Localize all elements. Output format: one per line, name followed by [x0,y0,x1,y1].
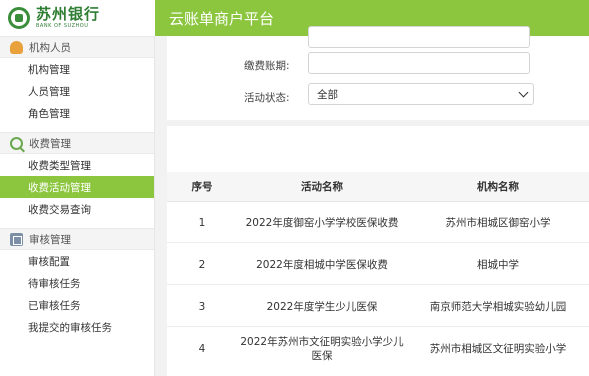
sidebar-item-audit-config[interactable]: 审核配置 [0,250,154,272]
top-filter-field[interactable] [308,26,530,48]
main-content: 缴费账期: 活动状态: 全部 序号 活动名称 机构名称 1 2022年度御窑小学… [155,26,589,376]
bank-logo[interactable]: 苏州银行 BANK OF SUZHOU [0,0,155,36]
group-title: 审核管理 [29,233,71,246]
cell-no: 4 [198,343,206,355]
status-select-value: 全部 [317,88,338,101]
grid-icon [10,232,23,246]
sidebar-item-my-submitted[interactable]: 我提交的审核任务 [0,316,154,338]
cell-activity: 2022年度相城中学医保收费 [256,258,388,271]
cell-org: 苏州市相城区御窑小学 [445,216,551,229]
cell-org: 相城中学 [477,258,519,271]
sidebar-item-role-manage[interactable]: 角色管理 [0,102,154,124]
person-icon [10,40,23,54]
cell-activity: 2022年度御窑小学学校医保收费 [245,216,399,229]
group-title: 机构人员 [29,41,71,54]
chevron-down-icon [518,87,529,98]
sidebar-item-done-audit[interactable]: 已审核任务 [0,294,154,316]
sidebar-group-audit[interactable]: 审核管理 [0,228,154,250]
sidebar-group-fees[interactable]: 收费管理 [0,132,154,154]
bank-logo-icon [8,7,30,29]
logo-en: BANK OF SUZHOU [36,23,89,29]
status-label: 活动状态: [244,92,290,104]
search-icon [10,136,23,150]
table-row[interactable]: 4 2022年苏州市文征明实验小学少儿医保 苏州市相城区文征明实验小学 [167,328,589,376]
sidebar-item-pending-audit[interactable]: 待审核任务 [0,272,154,294]
col-header-no: 序号 [191,181,213,193]
activity-table: 序号 活动名称 机构名称 1 2022年度御窑小学学校医保收费 苏州市相城区御窑… [167,126,589,376]
cell-activity: 2022年苏州市文征明实验小学少儿医保 [240,336,404,362]
sidebar-item-user-manage[interactable]: 人员管理 [0,80,154,102]
table-row[interactable]: 3 2022年度学生少儿医保 南京师范大学相城实验幼儿园 [167,286,589,327]
col-header-activity: 活动名称 [301,181,343,193]
cell-activity: 2022年度学生少儿医保 [266,300,378,313]
logo-cn: 苏州银行 [36,5,101,23]
status-select[interactable]: 全部 [308,83,534,105]
period-label: 缴费账期: [244,60,290,72]
logo-text: 苏州银行 BANK OF SUZHOU [36,7,100,29]
table-row[interactable]: 2 2022年度相城中学医保收费 相城中学 [167,244,589,285]
platform-title: 云账单商户平台 [169,9,275,28]
table-row[interactable]: 1 2022年度御窑小学学校医保收费 苏州市相城区御窑小学 [167,202,589,243]
sidebar-item-org-manage[interactable]: 机构管理 [0,58,154,80]
sidebar-item-fee-activities[interactable]: 收费活动管理 [0,176,154,198]
sidebar-item-fee-types[interactable]: 收费类型管理 [0,154,154,176]
table-header: 序号 活动名称 机构名称 [167,172,589,202]
filter-panel: 缴费账期: 活动状态: 全部 [167,26,589,120]
period-input[interactable] [308,52,530,74]
cell-org: 苏州市相城区文征明实验小学 [429,343,567,355]
sidebar-item-fee-transactions[interactable]: 收费交易查询 [0,198,154,220]
sidebar-group-staff[interactable]: 机构人员 [0,36,154,58]
group-title: 收费管理 [29,137,71,150]
sidebar: 机构人员 机构管理 人员管理 角色管理 收费管理 收费类型管理 收费活动管理 收… [0,36,155,376]
cell-org: 南京师范大学相城实验幼儿园 [429,300,567,313]
col-header-org: 机构名称 [477,181,519,193]
